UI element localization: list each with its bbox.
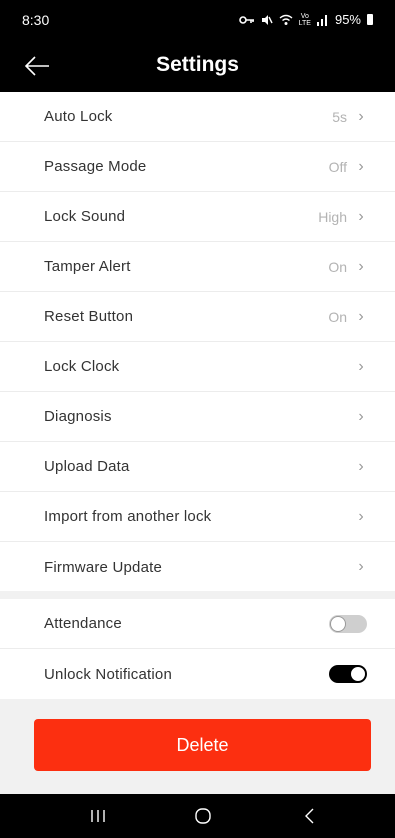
notification-settings: Attendance Unlock Notification xyxy=(0,599,395,699)
chevron-right-icon: › xyxy=(358,157,364,175)
setting-diagnosis[interactable]: Diagnosis › xyxy=(0,392,395,442)
setting-label: Lock Clock xyxy=(44,358,120,375)
setting-lock-clock[interactable]: Lock Clock › xyxy=(0,342,395,392)
setting-reset-button[interactable]: Reset Button On › xyxy=(0,292,395,342)
page-title: Settings xyxy=(156,53,239,76)
chevron-right-icon: › xyxy=(358,507,364,525)
setting-firmware-update[interactable]: Firmware Update › xyxy=(0,542,395,592)
key-icon xyxy=(238,15,254,24)
nav-back-icon xyxy=(305,808,314,824)
setting-label: Firmware Update xyxy=(44,558,163,576)
status-bar: 8:30 Vo LTE 95% xyxy=(0,0,395,40)
setting-label: Reset Button xyxy=(44,308,134,325)
setting-value: Off xyxy=(328,158,347,175)
chevron-right-icon: › xyxy=(358,307,364,325)
battery-percent: 95% xyxy=(334,12,361,27)
chevron-right-icon: › xyxy=(358,257,364,275)
setting-import-lock[interactable]: Import from another lock › xyxy=(0,492,395,542)
status-time: 8:30 xyxy=(22,12,50,28)
setting-label: Upload Data xyxy=(44,458,130,475)
chevron-right-icon: › xyxy=(358,207,364,225)
system-nav-bar xyxy=(0,794,395,838)
mute-icon xyxy=(261,14,273,25)
signal-icon xyxy=(316,14,327,26)
setting-value: On xyxy=(328,258,347,275)
recent-apps-icon xyxy=(91,810,105,822)
chevron-right-icon: › xyxy=(358,558,364,575)
settings-list: Auto Lock 5s › Passage Mode Off › Lock Sound… xyxy=(0,92,395,592)
unlock-notification-toggle[interactable] xyxy=(329,665,367,683)
recent-apps-button[interactable] xyxy=(68,794,128,838)
wifi-calling-icon xyxy=(279,14,293,25)
chevron-right-icon: › xyxy=(358,357,364,375)
section-divider xyxy=(0,591,395,599)
volte-icon: Vo LTE xyxy=(298,12,311,27)
battery-icon xyxy=(367,14,373,25)
setting-label: Auto Lock xyxy=(44,108,113,125)
setting-value: 5s xyxy=(332,108,347,125)
back-button[interactable] xyxy=(280,794,340,838)
setting-value: On xyxy=(328,308,347,325)
setting-label: Diagnosis xyxy=(44,408,112,425)
setting-unlock-notification: Unlock Notification xyxy=(0,649,395,699)
setting-tamper-alert[interactable]: Tamper Alert On › xyxy=(0,242,395,292)
setting-upload-data[interactable]: Upload Data › xyxy=(0,442,395,492)
app-header: Settings xyxy=(0,40,395,92)
setting-attendance: Attendance xyxy=(0,599,395,649)
home-button[interactable] xyxy=(173,794,233,838)
toggle-knob xyxy=(330,615,346,632)
setting-label: Attendance xyxy=(44,615,122,632)
setting-passage-mode[interactable]: Passage Mode Off › xyxy=(0,142,395,192)
setting-auto-lock[interactable]: Auto Lock 5s › xyxy=(0,92,395,142)
setting-label: Passage Mode xyxy=(44,158,147,175)
chevron-right-icon: › xyxy=(358,457,364,475)
toggle-knob xyxy=(350,666,366,682)
setting-lock-sound[interactable]: Lock Sound High › xyxy=(0,192,395,242)
setting-label: Tamper Alert xyxy=(44,258,131,275)
home-icon xyxy=(195,808,211,824)
status-icons: Vo LTE 95% xyxy=(238,12,373,27)
setting-value: High xyxy=(318,208,347,225)
setting-label: Import from another lock xyxy=(44,508,212,525)
attendance-toggle[interactable] xyxy=(329,614,367,633)
chevron-right-icon: › xyxy=(358,107,364,125)
delete-button[interactable]: Delete xyxy=(34,719,371,771)
setting-label: Unlock Notification xyxy=(44,665,173,683)
chevron-right-icon: › xyxy=(358,407,364,425)
setting-label: Lock Sound xyxy=(44,208,126,225)
